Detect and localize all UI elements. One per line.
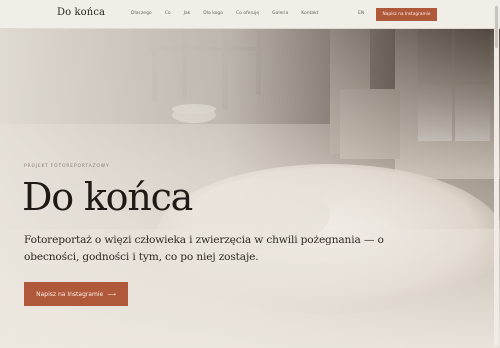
nav-item-co[interactable]: Co [165,11,171,16]
nav-item-co-oferuje[interactable]: Co oferuję [236,11,259,16]
main-nav: Dlaczego Co Jak Dla kogo Co oferuję Gale… [131,11,332,16]
site-logo[interactable]: Do końca [57,7,105,18]
landing-page: Do końca Dlaczego Co Jak Dla kogo Co ofe… [0,0,500,348]
nav-item-jak[interactable]: Jak [184,11,191,16]
page-scrollbar[interactable] [494,2,499,346]
site-header: Do końca Dlaczego Co Jak Dla kogo Co ofe… [0,0,500,29]
nav-item-kontakt[interactable]: Kontakt [301,11,318,16]
nav-item-dla-kogo[interactable]: Dla kogo [203,11,223,16]
instagram-header-button[interactable]: Napisz na Instagramie [376,8,437,21]
hero-lead-text: Fotoreportaż o więzi człowieka i zwierzę… [24,234,384,263]
language-switch[interactable]: EN [358,11,364,16]
hero-title: Do końca [22,175,193,219]
instagram-hero-button-label: Napisz na Instagramie [36,290,104,298]
hero-eyebrow: PROJEKT FOTOREPORTAŻOWY [24,164,110,169]
hero-section: PROJEKT FOTOREPORTAŻOWY Do końca Fotorep… [0,29,500,348]
scrollbar-thumb[interactable] [495,6,498,48]
nav-item-galeria[interactable]: Galeria [272,11,288,16]
arrow-right-icon: ⟶ [107,290,116,298]
nav-item-dlaczego[interactable]: Dlaczego [131,11,152,16]
instagram-hero-button[interactable]: Napisz na Instagramie ⟶ [24,282,128,306]
